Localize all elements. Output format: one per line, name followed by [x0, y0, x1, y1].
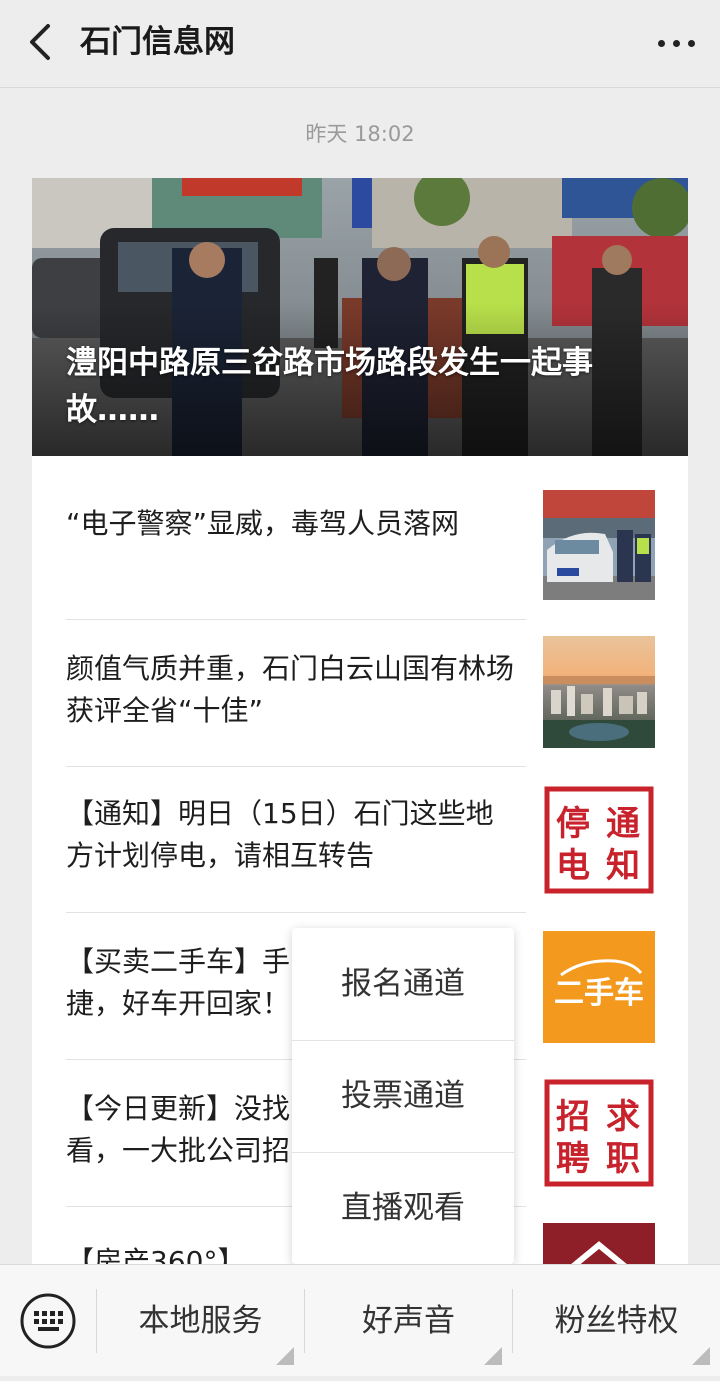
city-aerial-photo — [543, 636, 655, 748]
hero-article[interactable]: 澧阳中路原三岔路市场路段发生一起事故…… — [32, 178, 688, 456]
svg-text:停: 停 — [556, 804, 590, 844]
menu-fan-privileges[interactable]: 粉丝特权 — [513, 1265, 720, 1377]
news-thumbnail — [543, 636, 655, 748]
keyboard-toggle-button[interactable] — [0, 1265, 96, 1377]
menu-local-services[interactable]: 本地服务 — [97, 1265, 304, 1377]
news-thumbnail: 二手车 — [543, 931, 655, 1043]
news-item[interactable]: “电子警察”显威，毒驾人员落网 — [66, 456, 656, 620]
svg-text:求: 求 — [606, 1097, 640, 1137]
back-button[interactable] — [22, 20, 62, 64]
menu-good-voice[interactable]: 好声音 — [305, 1265, 512, 1377]
svg-text:电: 电 — [556, 846, 590, 886]
submenu-indicator-icon — [276, 1347, 294, 1365]
news-title: 颜值气质并重，石门白云山国有林场获评全省“十佳” — [66, 652, 515, 727]
submenu-popup: 报名通道 投票通道 直播观看 — [292, 928, 514, 1264]
more-dot — [688, 40, 695, 47]
news-thumbnail — [543, 1223, 655, 1264]
news-item[interactable]: 颜值气质并重，石门白云山国有林场获评全省“十佳” — [66, 620, 656, 767]
submenu-indicator-icon — [484, 1347, 502, 1365]
menu-label: 好声音 — [362, 1303, 455, 1339]
news-item[interactable]: 【通知】明日（15日）石门这些地方计划停电，请相互转告 停 通 电 知 — [66, 767, 656, 913]
svg-text:职: 职 — [606, 1139, 640, 1179]
menu-label: 本地服务 — [138, 1303, 263, 1339]
hero-title: 澧阳中路原三岔路市场路段发生一起事故…… — [66, 345, 593, 428]
menu-label: 粉丝特权 — [554, 1303, 679, 1339]
svg-text:二手车: 二手车 — [554, 976, 644, 1011]
svg-text:招: 招 — [556, 1097, 590, 1137]
house-logo — [543, 1223, 655, 1264]
title-bar: 石门信息网 — [0, 0, 720, 88]
more-button[interactable] — [654, 24, 698, 60]
bottom-menu-bar: 本地服务 好声音 粉丝特权 — [0, 1264, 720, 1376]
menu-item-live[interactable]: 直播观看 — [292, 1152, 514, 1264]
news-thumbnail: 招 求 聘 职 — [543, 1078, 655, 1188]
chevron-left-icon — [30, 24, 50, 60]
svg-text:通: 通 — [606, 804, 640, 844]
news-title: 【通知】明日（15日）石门这些地方计划停电，请相互转告 — [66, 797, 494, 872]
used-car-logo: 二手车 — [543, 931, 655, 1043]
more-dots-icon — [658, 40, 665, 47]
power-outage-stamp: 停 通 电 知 — [543, 785, 655, 895]
keyboard-icon — [20, 1293, 76, 1349]
news-thumbnail: 停 通 电 知 — [543, 785, 655, 895]
submenu-indicator-icon — [692, 1347, 710, 1365]
menu-item-register[interactable]: 报名通道 — [292, 928, 514, 1040]
menu-item-vote[interactable]: 投票通道 — [292, 1040, 514, 1152]
more-dot — [673, 40, 680, 47]
svg-text:聘: 聘 — [556, 1139, 590, 1179]
page-title: 石门信息网 — [80, 24, 235, 60]
news-title: “电子警察”显威，毒驾人员落网 — [66, 507, 460, 540]
police-car-photo — [543, 490, 655, 600]
recruitment-stamp: 招 求 聘 职 — [543, 1078, 655, 1188]
svg-text:知: 知 — [606, 846, 640, 886]
message-timestamp: 昨天 18:02 — [305, 122, 415, 146]
news-thumbnail — [543, 490, 655, 600]
